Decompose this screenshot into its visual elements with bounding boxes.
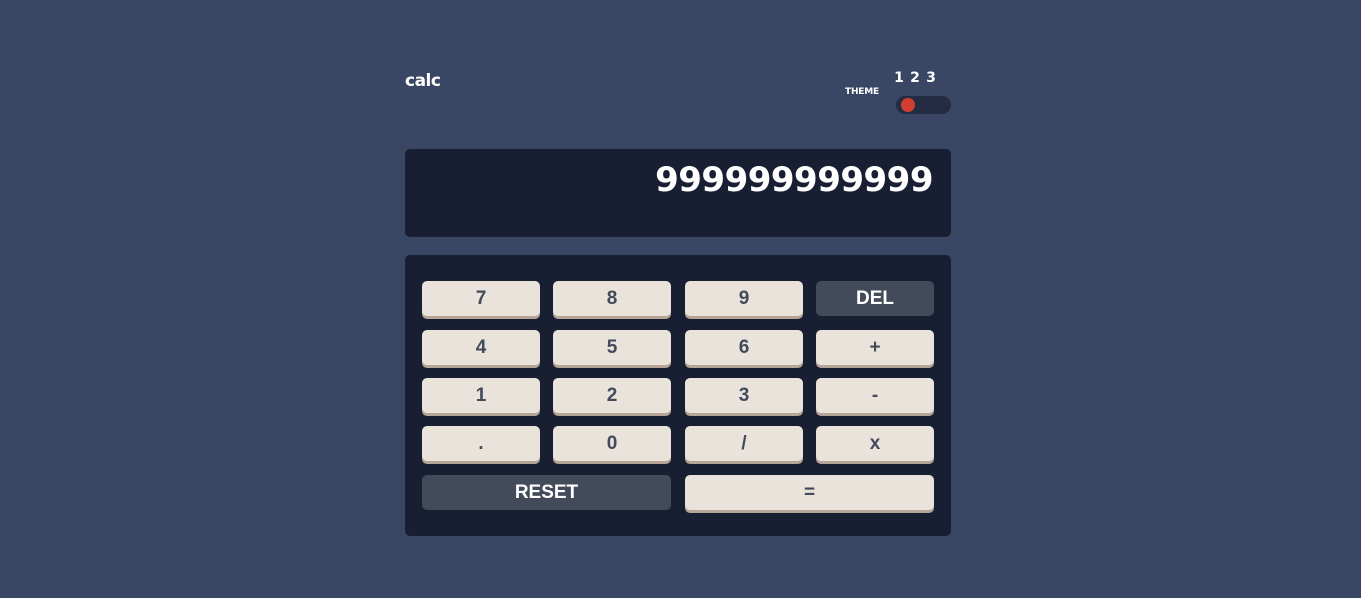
equals-button[interactable]: = bbox=[685, 475, 934, 510]
key-1[interactable]: 1 bbox=[422, 378, 540, 413]
theme-toggle[interactable] bbox=[896, 96, 951, 114]
key-4[interactable]: 4 bbox=[422, 330, 540, 365]
theme-numbers: 1 2 3 bbox=[894, 70, 951, 88]
key-3[interactable]: 3 bbox=[685, 378, 803, 413]
theme-number-1: 1 bbox=[894, 70, 904, 86]
key-9[interactable]: 9 bbox=[685, 281, 803, 316]
theme-number-3: 3 bbox=[926, 70, 936, 86]
keypad: 7 8 9 DEL 4 5 6 + 1 2 3 - . 0 / x RESET … bbox=[405, 255, 951, 536]
key-8[interactable]: 8 bbox=[553, 281, 671, 316]
decimal-button[interactable]: . bbox=[422, 426, 540, 461]
display-value: 999999999999 bbox=[655, 160, 933, 200]
key-6[interactable]: 6 bbox=[685, 330, 803, 365]
header: calc THEME 1 2 3 bbox=[405, 70, 951, 116]
key-5[interactable]: 5 bbox=[553, 330, 671, 365]
display-screen: 999999999999 bbox=[405, 149, 951, 237]
key-0[interactable]: 0 bbox=[553, 426, 671, 461]
add-button[interactable]: + bbox=[816, 330, 934, 365]
reset-button[interactable]: RESET bbox=[422, 475, 671, 510]
key-2[interactable]: 2 bbox=[553, 378, 671, 413]
subtract-button[interactable]: - bbox=[816, 378, 934, 413]
theme-toggle-knob[interactable] bbox=[901, 98, 915, 112]
divide-button[interactable]: / bbox=[685, 426, 803, 461]
logo: calc bbox=[405, 71, 441, 91]
theme-label: THEME bbox=[845, 87, 879, 97]
theme-number-2: 2 bbox=[910, 70, 920, 86]
key-7[interactable]: 7 bbox=[422, 281, 540, 316]
delete-button[interactable]: DEL bbox=[816, 281, 934, 316]
multiply-button[interactable]: x bbox=[816, 426, 934, 461]
